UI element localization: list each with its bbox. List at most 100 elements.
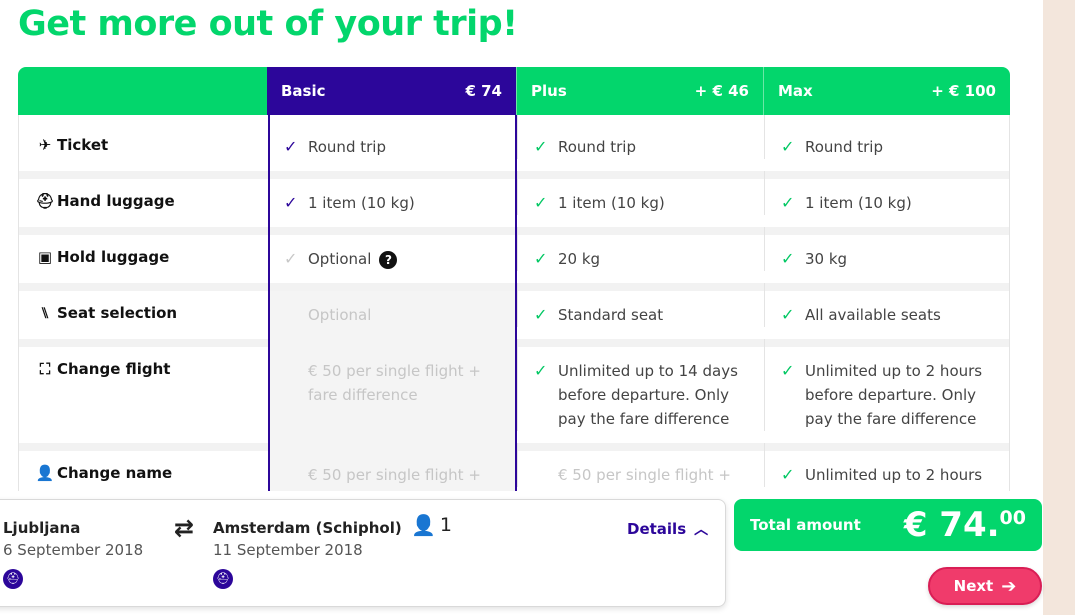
person-icon: 👤 xyxy=(411,513,436,537)
cell-text: € 50 per single flight + fare difference xyxy=(308,362,481,404)
check-icon: ✓ xyxy=(781,361,795,380)
check-icon: ✓ xyxy=(284,193,298,212)
seat-icon: ⑊ xyxy=(40,304,50,322)
header-basic-price: € 74 xyxy=(465,82,502,100)
chevron-up-icon: ︿ xyxy=(694,522,709,538)
header-max[interactable]: Max + € 100 xyxy=(763,67,1010,115)
side-panel xyxy=(1043,0,1075,615)
cell-basic[interactable]: ✓ Optional? xyxy=(268,227,517,271)
next-button[interactable]: Next ➔ xyxy=(928,567,1042,605)
check-icon: ✓ xyxy=(534,305,548,324)
row-label-change-name: 👤 Change name xyxy=(19,443,267,482)
luggage-icon: ⛑ xyxy=(3,569,23,589)
suitcase-icon: ▣ xyxy=(37,248,53,266)
check-icon: ✓ xyxy=(781,137,795,156)
table-row: ▣ Hold luggage ✓ Optional? ✓ 20 kg ✓ 30 kg xyxy=(19,227,1009,291)
help-icon[interactable]: ? xyxy=(379,251,398,269)
cell-max[interactable]: ✓ Unlimited up to 2 hours before departur… xyxy=(764,339,996,431)
cell-text: 1 item (10 kg) xyxy=(805,194,912,212)
row-label-change-flight: ⛶ Change flight xyxy=(19,339,267,378)
cell-plus[interactable]: ✓ Round trip xyxy=(517,115,764,159)
cell-basic: Optional xyxy=(268,283,517,327)
row-label-text: Ticket xyxy=(57,136,109,154)
cell-text: Optional xyxy=(308,250,372,268)
total-label: Total amount xyxy=(750,516,861,534)
check-icon: ✓ xyxy=(781,193,795,212)
table-body: ✈ Ticket ✓ Round trip ✓ Round trip ✓ Round … xyxy=(18,115,1010,491)
total-amount-decimals: 00 xyxy=(999,507,1026,529)
check-icon: ✓ xyxy=(534,137,548,156)
cell-plus[interactable]: ✓ Standard seat xyxy=(517,283,764,327)
cell-text: € 50 per single flight + xyxy=(558,466,731,484)
origin: Ljubljana 6 September 2018 ⛑ xyxy=(3,517,143,589)
cell-max[interactable]: ✓ 30 kg xyxy=(764,227,1009,271)
cell-text: 30 kg xyxy=(805,250,848,268)
cell-text: Unlimited up to 2 hours before departure… xyxy=(805,362,983,428)
cell-text: Round trip xyxy=(558,138,636,156)
cell-max[interactable]: ✓ 1 item (10 kg) xyxy=(764,171,1009,215)
trip-summary-card: Ljubljana 6 September 2018 ⛑ ⇄ Amsterdam… xyxy=(0,499,726,607)
arrow-right-icon: ➔ xyxy=(1001,575,1017,597)
header-basic[interactable]: Basic € 74 xyxy=(267,67,516,115)
check-icon: ✓ xyxy=(781,465,795,484)
passenger-count-value: 1 xyxy=(439,514,452,536)
total-amount-box: Total amount € 74. 00 xyxy=(734,499,1042,551)
table-row: ⛑ Hand luggage ✓ 1 item (10 kg) ✓ 1 item (… xyxy=(19,171,1009,235)
check-icon: ✓ xyxy=(534,193,548,212)
destination-city: Amsterdam (Schiphol) xyxy=(213,519,402,537)
cell-basic: € 50 per single flight + xyxy=(268,443,517,487)
check-icon: ✓ xyxy=(534,361,548,380)
cell-max[interactable]: ✓ All available seats xyxy=(764,283,1009,327)
cell-plus[interactable]: ✓ 20 kg xyxy=(517,227,764,271)
table-row: ⛶ Change flight € 50 per single flight +… xyxy=(19,339,1009,451)
total-amount: € 74. 00 xyxy=(904,505,1026,545)
cell-max[interactable]: ✓ Unlimited up to 2 hours xyxy=(764,443,1009,487)
header-plus-name: Plus xyxy=(531,82,567,100)
header-basic-name: Basic xyxy=(281,82,326,100)
row-label-text: Change name xyxy=(57,464,173,482)
destination-date: 11 September 2018 xyxy=(213,541,363,559)
details-toggle[interactable]: Details ︿ xyxy=(627,519,708,539)
cell-text: 1 item (10 kg) xyxy=(558,194,665,212)
cell-text: Optional xyxy=(308,306,372,324)
swap-arrows-icon: ⇄ xyxy=(174,514,195,542)
plane-icon: ✈ xyxy=(38,136,52,154)
row-label-text: Hand luggage xyxy=(57,192,175,210)
cell-max[interactable]: ✓ Round trip xyxy=(764,115,1009,159)
row-label-text: Change flight xyxy=(57,360,171,378)
table-header: Basic € 74 Plus + € 46 Max + € 100 xyxy=(18,67,1010,115)
cell-basic[interactable]: ✓ Round trip xyxy=(268,115,517,159)
cell-plus[interactable]: ✓ 1 item (10 kg) xyxy=(517,171,764,215)
header-max-name: Max xyxy=(778,82,813,100)
row-label-text: Seat selection xyxy=(57,304,178,322)
check-icon: ✓ xyxy=(284,137,298,156)
cell-basic: € 50 per single flight + fare difference xyxy=(268,339,503,407)
calendar-change-icon: ⛶ xyxy=(39,360,51,378)
total-amount-integer: € 74. xyxy=(903,505,1000,545)
row-label-ticket: ✈ Ticket xyxy=(19,115,267,154)
next-label: Next xyxy=(953,577,994,595)
passenger-count: 👤 1 xyxy=(411,513,452,537)
page-title: Get more out of your trip! xyxy=(18,4,518,44)
cell-plus[interactable]: ✓ Unlimited up to 14 days before departur… xyxy=(517,339,749,431)
cell-text: Round trip xyxy=(805,138,883,156)
row-label-text: Hold luggage xyxy=(57,248,170,266)
fare-comparison-table: Basic € 74 Plus + € 46 Max + € 100 ✈ Tic… xyxy=(18,67,1010,491)
table-row: ✈ Ticket ✓ Round trip ✓ Round trip ✓ Round … xyxy=(19,115,1009,179)
header-max-price: + € 100 xyxy=(931,82,996,100)
table-row: 👤 Change name € 50 per single flight + €… xyxy=(19,443,1009,491)
check-icon: ✓ xyxy=(781,305,795,324)
backpack-icon: ⛑ xyxy=(35,192,55,210)
origin-city: Ljubljana xyxy=(3,519,81,537)
cell-basic[interactable]: ✓ 1 item (10 kg) xyxy=(268,171,517,215)
row-label-hand-luggage: ⛑ Hand luggage xyxy=(19,171,267,210)
details-label: Details xyxy=(627,520,687,538)
cell-text: Unlimited up to 14 days before departure… xyxy=(558,362,738,428)
header-plus[interactable]: Plus + € 46 xyxy=(516,67,763,115)
table-row: ⑊ Seat selection Optional ✓ Standard seat… xyxy=(19,283,1009,347)
row-label-hold-luggage: ▣ Hold luggage xyxy=(19,227,267,266)
cell-text: Standard seat xyxy=(558,306,664,324)
row-label-seat-selection: ⑊ Seat selection xyxy=(19,283,267,322)
cell-text: € 50 per single flight + xyxy=(308,466,481,484)
destination: Amsterdam (Schiphol) 11 September 2018 ⛑ xyxy=(213,517,402,589)
